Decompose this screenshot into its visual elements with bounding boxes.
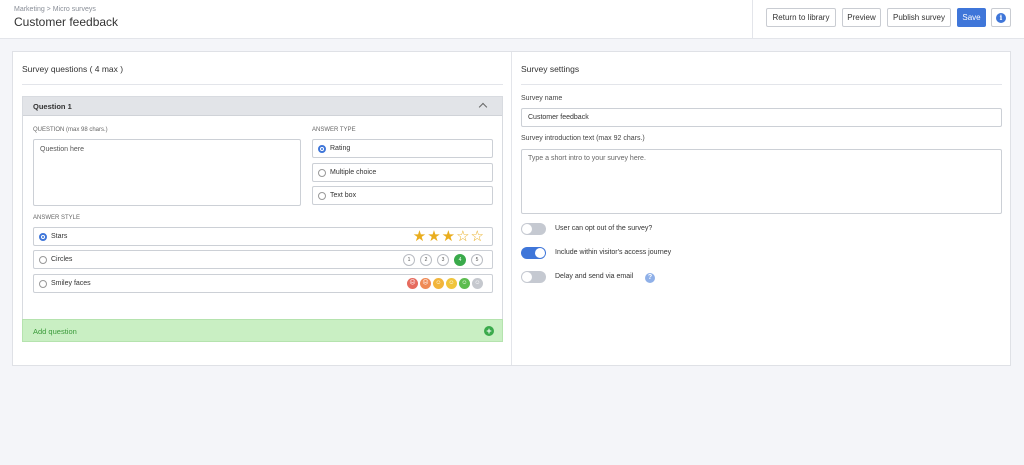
radio-selected-icon[interactable] [318,145,326,153]
star-filled-icon: ★ [427,227,441,245]
info-button[interactable]: i [991,8,1011,27]
answer-type-multiple-choice[interactable]: Multiple choice [312,163,493,182]
very-sad-face-icon: ☹ [407,278,418,289]
email-delay-label: Delay and send via email [555,273,634,280]
page-title: Customer feedback [14,15,119,29]
radio-icon[interactable] [39,280,47,288]
intro-text-input[interactable]: Type a short intro to your survey here. [521,149,1002,214]
question-input[interactable]: Question here [33,139,301,206]
add-question-button[interactable]: Add question + [22,319,503,342]
radio-icon[interactable] [318,169,326,177]
email-delay-toggle[interactable] [521,271,546,283]
radio-icon[interactable] [318,192,326,200]
question-title: Question 1 [33,102,72,111]
option-label: Rating [330,144,351,152]
chevron-up-icon[interactable] [478,102,488,112]
answer-type-label: ANSWER TYPE [312,127,356,133]
answer-style-stars[interactable]: Stars ★ ★ ★ ☆ ☆ [33,227,493,246]
option-label: Smiley faces [51,279,91,287]
option-label: Circles [51,255,73,263]
answer-type-text-box[interactable]: Text box [312,186,493,205]
divider [752,0,753,39]
sad-face-icon: ☹ [420,278,431,289]
survey-editor-panel: Survey questions ( 4 max ) Question 1 QU… [12,51,1011,366]
neutral-face-icon: ☺ [446,278,457,289]
very-happy-face-icon: ☺ [472,278,483,289]
star-filled-icon: ★ [412,227,427,245]
circle-option: 1 [403,254,415,266]
top-bar: Marketing > Micro surveys Customer feedb… [0,0,1024,39]
question-card: Question 1 QUESTION (max 98 chars.) Ques… [22,96,503,334]
star-empty-icon: ☆ [470,227,484,245]
opt-out-toggle[interactable] [521,223,546,235]
return-to-library-button[interactable]: Return to library [766,8,836,27]
breadcrumb[interactable]: Marketing > Micro surveys [14,6,96,13]
plus-circle-icon[interactable]: + [484,326,494,336]
neutral-face-icon: ☺ [433,278,444,289]
save-button[interactable]: Save [957,8,986,27]
answer-style-label: ANSWER STYLE [33,215,81,221]
add-question-label: Add question [33,327,77,336]
help-icon[interactable]: ? [645,273,655,283]
intro-text-label: Survey introduction text (max 92 chars.) [521,135,645,142]
answer-style-smiley-faces[interactable]: Smiley faces ☹ ☹ ☺ ☺ ☺ ☺ [33,274,493,293]
settings-section-title: Survey settings [521,64,580,74]
survey-name-label: Survey name [521,95,563,102]
opt-out-label: User can opt out of the survey? [555,225,653,232]
smiley-faces-preview: ☹ ☹ ☺ ☺ ☺ ☺ [407,278,483,289]
access-journey-toggle[interactable] [521,247,546,259]
circle-option-selected: 4 [454,254,466,266]
info-icon: i [996,12,1006,23]
star-empty-icon: ☆ [456,227,470,245]
survey-name-input[interactable]: Customer feedback [521,108,1002,127]
divider [521,84,1002,85]
answer-style-circles[interactable]: Circles 1 2 3 4 5 [33,250,493,269]
circle-option: 5 [471,254,483,266]
circle-option: 3 [437,254,449,266]
circle-option: 2 [420,254,432,266]
option-label: Multiple choice [330,168,377,176]
publish-survey-button[interactable]: Publish survey [887,8,951,27]
column-divider [511,52,512,365]
stars-preview: ★ ★ ★ ☆ ☆ [413,229,484,244]
questions-section-title: Survey questions ( 4 max ) [22,64,124,74]
question-label: QUESTION (max 98 chars.) [33,127,108,133]
option-label: Stars [51,232,68,240]
circles-preview: 1 2 3 4 5 [403,254,483,266]
access-journey-label: Include within visitor's access journey [555,249,672,256]
divider [22,84,503,85]
radio-icon[interactable] [39,256,47,264]
happy-face-icon: ☺ [459,278,470,289]
star-filled-icon: ★ [441,227,456,245]
option-label: Text box [330,191,357,199]
radio-selected-icon[interactable] [39,233,47,241]
preview-button[interactable]: Preview [842,8,881,27]
answer-type-rating[interactable]: Rating [312,139,493,158]
question-header[interactable]: Question 1 [23,97,502,116]
